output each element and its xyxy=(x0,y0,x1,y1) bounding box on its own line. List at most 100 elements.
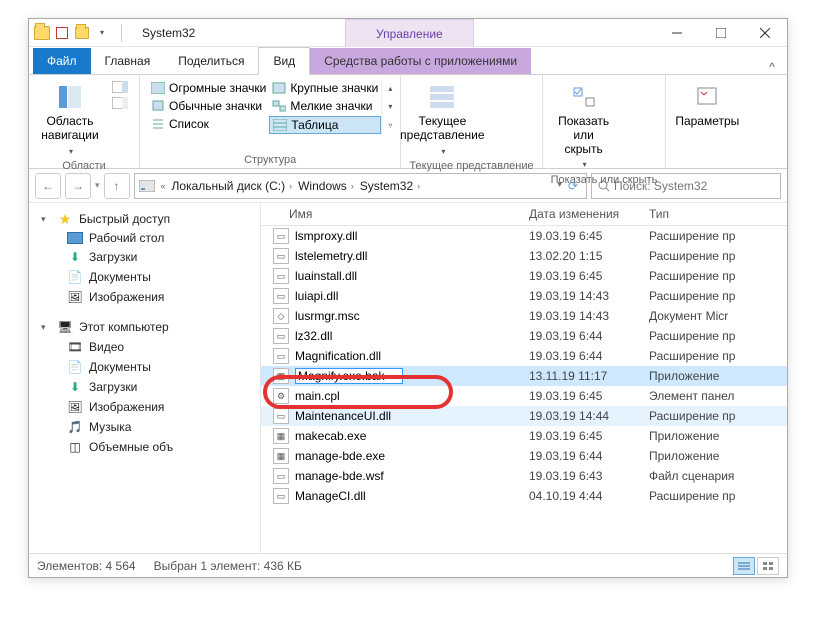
nav-3dobjects[interactable]: ◫Объемные объ xyxy=(29,437,260,457)
file-row[interactable]: ▭lz32.dll19.03.19 6:44Расширение пр xyxy=(261,326,787,346)
file-row[interactable]: ▭ManageCI.dll04.10.19 4:44Расширение пр xyxy=(261,486,787,506)
layout-large-icons[interactable]: Крупные значки xyxy=(269,80,381,96)
status-item-count: Элементов: 4 564 xyxy=(37,559,136,573)
file-row[interactable]: ⚙main.cpl19.03.19 6:45Элемент панел xyxy=(261,386,787,406)
qat-dropdown-icon[interactable]: ▾ xyxy=(93,24,111,42)
column-type[interactable]: Тип xyxy=(649,207,787,221)
refresh-button[interactable]: ⟳ xyxy=(568,179,578,193)
file-row[interactable]: ▦makecab.exe19.03.19 6:45Приложение xyxy=(261,426,787,446)
layout-medium-icons[interactable]: Обычные значки xyxy=(148,98,269,114)
nav-documents[interactable]: 📄Документы xyxy=(29,267,260,287)
file-name: Magnify.exe.bak xyxy=(295,368,529,384)
drive-icon xyxy=(139,180,155,192)
column-date[interactable]: Дата изменения xyxy=(529,207,649,221)
file-date: 19.03.19 14:44 xyxy=(529,409,649,423)
file-row[interactable]: ▦Magnify.exe.bak13.11.19 11:17Приложение xyxy=(261,366,787,386)
nav-this-pc[interactable]: ▾🖥Этот компьютер xyxy=(29,317,260,337)
layout-list[interactable]: Список xyxy=(148,116,269,132)
rename-input[interactable]: Magnify.exe.bak xyxy=(295,368,403,384)
search-input[interactable]: Поиск: System32 xyxy=(591,173,781,199)
file-row[interactable]: ◇lusrmgr.msc19.03.19 14:43Документ Micr xyxy=(261,306,787,326)
file-type-icon: ▦ xyxy=(273,428,289,444)
column-name[interactable]: Имя xyxy=(289,207,529,221)
tab-home[interactable]: Главная xyxy=(91,48,165,74)
layout-huge-icons[interactable]: Огромные значки xyxy=(148,80,269,96)
details-pane-button[interactable] xyxy=(109,96,131,110)
nav-up-button[interactable]: ↑ xyxy=(104,173,130,199)
file-name: main.cpl xyxy=(295,389,529,403)
maximize-button[interactable] xyxy=(699,19,743,47)
checkboxes-icon xyxy=(570,83,598,111)
nav-back-button[interactable]: ← xyxy=(35,173,61,199)
pc-icon: 🖥 xyxy=(57,319,73,335)
nav-pictures[interactable]: 🖼Изображения xyxy=(29,287,260,307)
file-date: 19.03.19 6:45 xyxy=(529,429,649,443)
qat-newfolder-icon[interactable] xyxy=(73,24,91,42)
file-date: 19.03.19 14:43 xyxy=(529,289,649,303)
ribbon-collapse-button[interactable]: ^ xyxy=(757,60,787,74)
nav-downloads2[interactable]: ⬇Загрузки xyxy=(29,377,260,397)
file-name: manage-bde.exe xyxy=(295,449,529,463)
search-icon xyxy=(598,180,610,192)
nav-desktop[interactable]: Рабочий стол xyxy=(29,229,260,247)
current-view-button[interactable]: Текущее представление▾ xyxy=(409,79,475,160)
tab-view[interactable]: Вид xyxy=(258,47,310,75)
folder-icon xyxy=(33,24,51,42)
file-date: 19.03.19 14:43 xyxy=(529,309,649,323)
file-name: lstelemetry.dll xyxy=(295,249,529,263)
music-icon: 🎵 xyxy=(67,419,83,435)
file-type-icon: ▦ xyxy=(273,368,289,384)
qat-properties-icon[interactable] xyxy=(53,24,71,42)
file-row[interactable]: ▭Magnification.dll19.03.19 6:44Расширени… xyxy=(261,346,787,366)
file-row[interactable]: ▭manage-bde.wsf19.03.19 6:43Файл сценари… xyxy=(261,466,787,486)
file-row[interactable]: ▦manage-bde.exe19.03.19 6:44Приложение xyxy=(261,446,787,466)
address-dropdown-icon[interactable]: ▾ xyxy=(557,179,562,193)
layout-scroll-down[interactable]: ▾ xyxy=(388,102,392,111)
file-row[interactable]: ▭luiapi.dll19.03.19 14:43Расширение пр xyxy=(261,286,787,306)
layout-table[interactable]: Таблица xyxy=(269,116,381,134)
nav-video[interactable]: 🎞Видео xyxy=(29,337,260,357)
file-type-icon: ▭ xyxy=(273,488,289,504)
nav-downloads[interactable]: ⬇Загрузки xyxy=(29,247,260,267)
view-thumbnails-button[interactable] xyxy=(757,557,779,575)
status-selection: Выбран 1 элемент: 436 КБ xyxy=(154,559,302,573)
layout-small-icons[interactable]: Мелкие значки xyxy=(269,98,381,114)
ribbon: Область навигации▾ Области Огромные знач… xyxy=(29,75,787,169)
close-button[interactable] xyxy=(743,19,787,47)
nav-forward-button[interactable]: → xyxy=(65,173,91,199)
show-hide-button[interactable]: Показать или скрыть▾ xyxy=(551,79,617,174)
file-type: Документ Micr xyxy=(649,309,787,323)
file-date: 19.03.19 6:44 xyxy=(529,349,649,363)
nav-music[interactable]: 🎵Музыка xyxy=(29,417,260,437)
layout-expand[interactable]: ▿ xyxy=(388,121,392,130)
nav-pane-button[interactable]: Область навигации▾ xyxy=(37,79,103,160)
file-list[interactable]: ▭lsmproxy.dll19.03.19 6:45Расширение пр▭… xyxy=(261,226,787,553)
crumb-system32[interactable]: System32› xyxy=(360,179,424,193)
options-button[interactable]: Параметры xyxy=(674,79,740,133)
crumb-drive[interactable]: Локальный диск (C:)› xyxy=(172,179,297,193)
file-type: Файл сценария xyxy=(649,469,787,483)
file-date: 04.10.19 4:44 xyxy=(529,489,649,503)
file-date: 19.03.19 6:44 xyxy=(529,329,649,343)
minimize-button[interactable] xyxy=(655,19,699,47)
column-headers[interactable]: Имя Дата изменения Тип xyxy=(261,203,787,226)
file-row[interactable]: ▭MaintenanceUI.dll19.03.19 14:44Расширен… xyxy=(261,406,787,426)
tab-share[interactable]: Поделиться xyxy=(164,48,258,74)
view-details-button[interactable] xyxy=(733,557,755,575)
file-row[interactable]: ▭lstelemetry.dll13.02.20 1:15Расширение … xyxy=(261,246,787,266)
file-type-icon: ▭ xyxy=(273,228,289,244)
layout-scroll-up[interactable]: ▴ xyxy=(388,84,392,93)
file-row[interactable]: ▭lsmproxy.dll19.03.19 6:45Расширение пр xyxy=(261,226,787,246)
pictures-icon: 🖼 xyxy=(67,289,83,305)
crumb-windows[interactable]: Windows› xyxy=(298,179,358,193)
nav-history-dropdown[interactable]: ▾ xyxy=(95,180,100,191)
tab-file[interactable]: Файл xyxy=(33,48,91,74)
pictures-icon: 🖼 xyxy=(67,399,83,415)
preview-pane-button[interactable] xyxy=(109,80,131,94)
nav-pictures2[interactable]: 🖼Изображения xyxy=(29,397,260,417)
nav-documents2[interactable]: 📄Документы xyxy=(29,357,260,377)
file-row[interactable]: ▭luainstall.dll19.03.19 6:45Расширение п… xyxy=(261,266,787,286)
nav-quick-access[interactable]: ▾★Быстрый доступ xyxy=(29,209,260,229)
breadcrumb-bar[interactable]: « Локальный диск (C:)› Windows› System32… xyxy=(134,173,587,199)
tab-context-apps[interactable]: Средства работы с приложениями xyxy=(310,48,531,74)
